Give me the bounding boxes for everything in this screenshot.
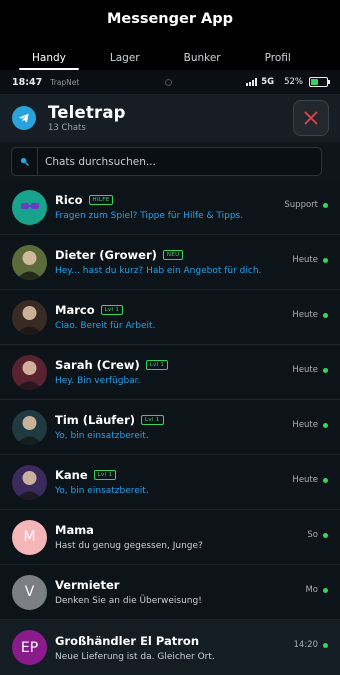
status-network: 5G (261, 77, 275, 87)
chat-badge: Lvl 1 (141, 415, 164, 425)
signal-icon (246, 78, 258, 86)
chat-last-message: Yo, bin einsatzbereit. (55, 431, 149, 441)
app-title: Messenger App (106, 10, 234, 27)
online-dot-icon (323, 423, 328, 428)
avatar: EP (12, 630, 47, 665)
chat-row[interactable]: EP Großhändler El Patron Neue Lieferung … (0, 620, 340, 675)
chat-name: Dieter (Grower) (55, 248, 157, 262)
chat-last-message: Hey... hast du kurz? Hab ein Angebot für… (55, 266, 262, 276)
chat-name: Kane (55, 468, 88, 482)
online-dot-icon (323, 588, 328, 593)
chat-last-message: Hey. Bin verfügbar. (55, 376, 141, 386)
chat-time: 14:20 (293, 640, 319, 650)
chat-row[interactable]: Tim (Läufer) Lvl 1 Yo, bin einsatzbereit… (0, 400, 340, 455)
chat-name: Großhändler El Patron (55, 633, 200, 648)
search-box (11, 147, 322, 176)
robot-avatar-icon (12, 189, 47, 225)
chat-row[interactable]: V Vermieter Denken Sie an die Überweisun… (0, 565, 340, 620)
status-battery-text: 52% (284, 77, 303, 87)
chat-last-message: Ciao. Bereit für Arbeit. (55, 321, 156, 331)
battery-icon (309, 77, 330, 87)
chat-row[interactable]: Dieter (Grower) NEU Hey... hast du kurz?… (0, 235, 340, 290)
search-input[interactable] (38, 147, 321, 176)
tab-lager[interactable]: Lager (97, 52, 153, 70)
chat-list: Rico HILFE Fragen zum Spiel? Tippe für H… (0, 180, 340, 675)
online-dot-icon (323, 533, 328, 538)
chat-name: Sarah (Crew) (55, 358, 140, 372)
online-dot-icon (323, 643, 328, 648)
online-dot-icon (323, 313, 328, 318)
close-button[interactable] (293, 100, 329, 136)
avatar-photo (12, 409, 47, 445)
online-dot-icon (323, 258, 328, 263)
chat-time: Heute (292, 255, 318, 265)
chat-last-message: Fragen zum Spiel? Tippe für Hilfe & Tipp… (55, 211, 244, 221)
avatar: M (12, 519, 47, 555)
chat-last-message: Denken Sie an die Überweisung! (55, 596, 202, 606)
chat-last-message: Hast du genug gegessen, Junge? (55, 541, 203, 551)
chat-time: Heute (292, 310, 318, 320)
avatar-photo (12, 299, 47, 335)
search-icon (12, 148, 38, 175)
avatar-photo (12, 354, 47, 390)
chat-time: So (307, 530, 318, 540)
main-tabs: Handy Lager Bunker Profil (0, 37, 340, 70)
chat-row[interactable]: M Mama Hast du genug gegessen, Junge? So (0, 510, 340, 565)
teletrap-logo-icon (12, 106, 36, 130)
chat-badge: Lvl 1 (145, 360, 169, 370)
tab-handy[interactable]: Handy (19, 52, 79, 70)
chat-row[interactable]: Sarah (Crew) Lvl 1 Hey. Bin verfügbar. H… (0, 345, 340, 400)
online-dot-icon (323, 478, 328, 483)
tab-profil[interactable]: Profil (252, 52, 304, 70)
chat-time: Heute (292, 475, 318, 485)
chat-last-message: Yo, bin einsatzbereit. (55, 486, 149, 496)
phone-status-bar: 18:47 TrapNet 5G 52% (0, 70, 340, 94)
chat-time: Support (284, 200, 318, 210)
status-carrier: TrapNet (50, 77, 80, 87)
chat-name: Mama (55, 523, 94, 537)
chat-name: Rico (55, 193, 83, 207)
chat-last-message: Neue Lieferung ist da. Gleicher Ort. (55, 651, 215, 662)
chat-time: Heute (292, 420, 318, 430)
close-icon (304, 111, 318, 125)
chat-row[interactable]: Marco Lvl 1 Ciao. Bereit für Arbeit. Heu… (0, 290, 340, 345)
chat-row[interactable]: Rico HILFE Fragen zum Spiel? Tippe für H… (0, 180, 340, 235)
status-time: 18:47 (12, 76, 43, 88)
chat-name: Vermieter (55, 578, 120, 592)
chat-name: Marco (55, 303, 95, 317)
avatar-photo (12, 244, 47, 280)
chat-name: Tim (Läufer) (55, 413, 136, 427)
avatar: V (12, 574, 47, 610)
chat-badge: Lvl 1 (93, 470, 117, 480)
chat-badge: NEU (162, 250, 184, 260)
chat-row[interactable]: Kane Lvl 1 Yo, bin einsatzbereit. Heute (0, 455, 340, 510)
online-dot-icon (323, 368, 328, 373)
chat-badge: HILFE (88, 195, 114, 205)
chat-time: Heute (292, 365, 318, 375)
chat-badge: Lvl 1 (100, 305, 124, 315)
chat-time: Mo (305, 585, 318, 595)
messenger-header: Teletrap 13 Chats (0, 94, 340, 142)
search-bar (0, 142, 340, 180)
camera-dot-icon (165, 79, 172, 86)
avatar-photo (12, 464, 47, 500)
tab-bunker[interactable]: Bunker (171, 52, 234, 70)
messenger-title: Teletrap (48, 103, 126, 122)
online-dot-icon (323, 203, 328, 208)
chat-count: 13 Chats (48, 123, 86, 133)
app-title-bar: Messenger App (0, 0, 340, 37)
